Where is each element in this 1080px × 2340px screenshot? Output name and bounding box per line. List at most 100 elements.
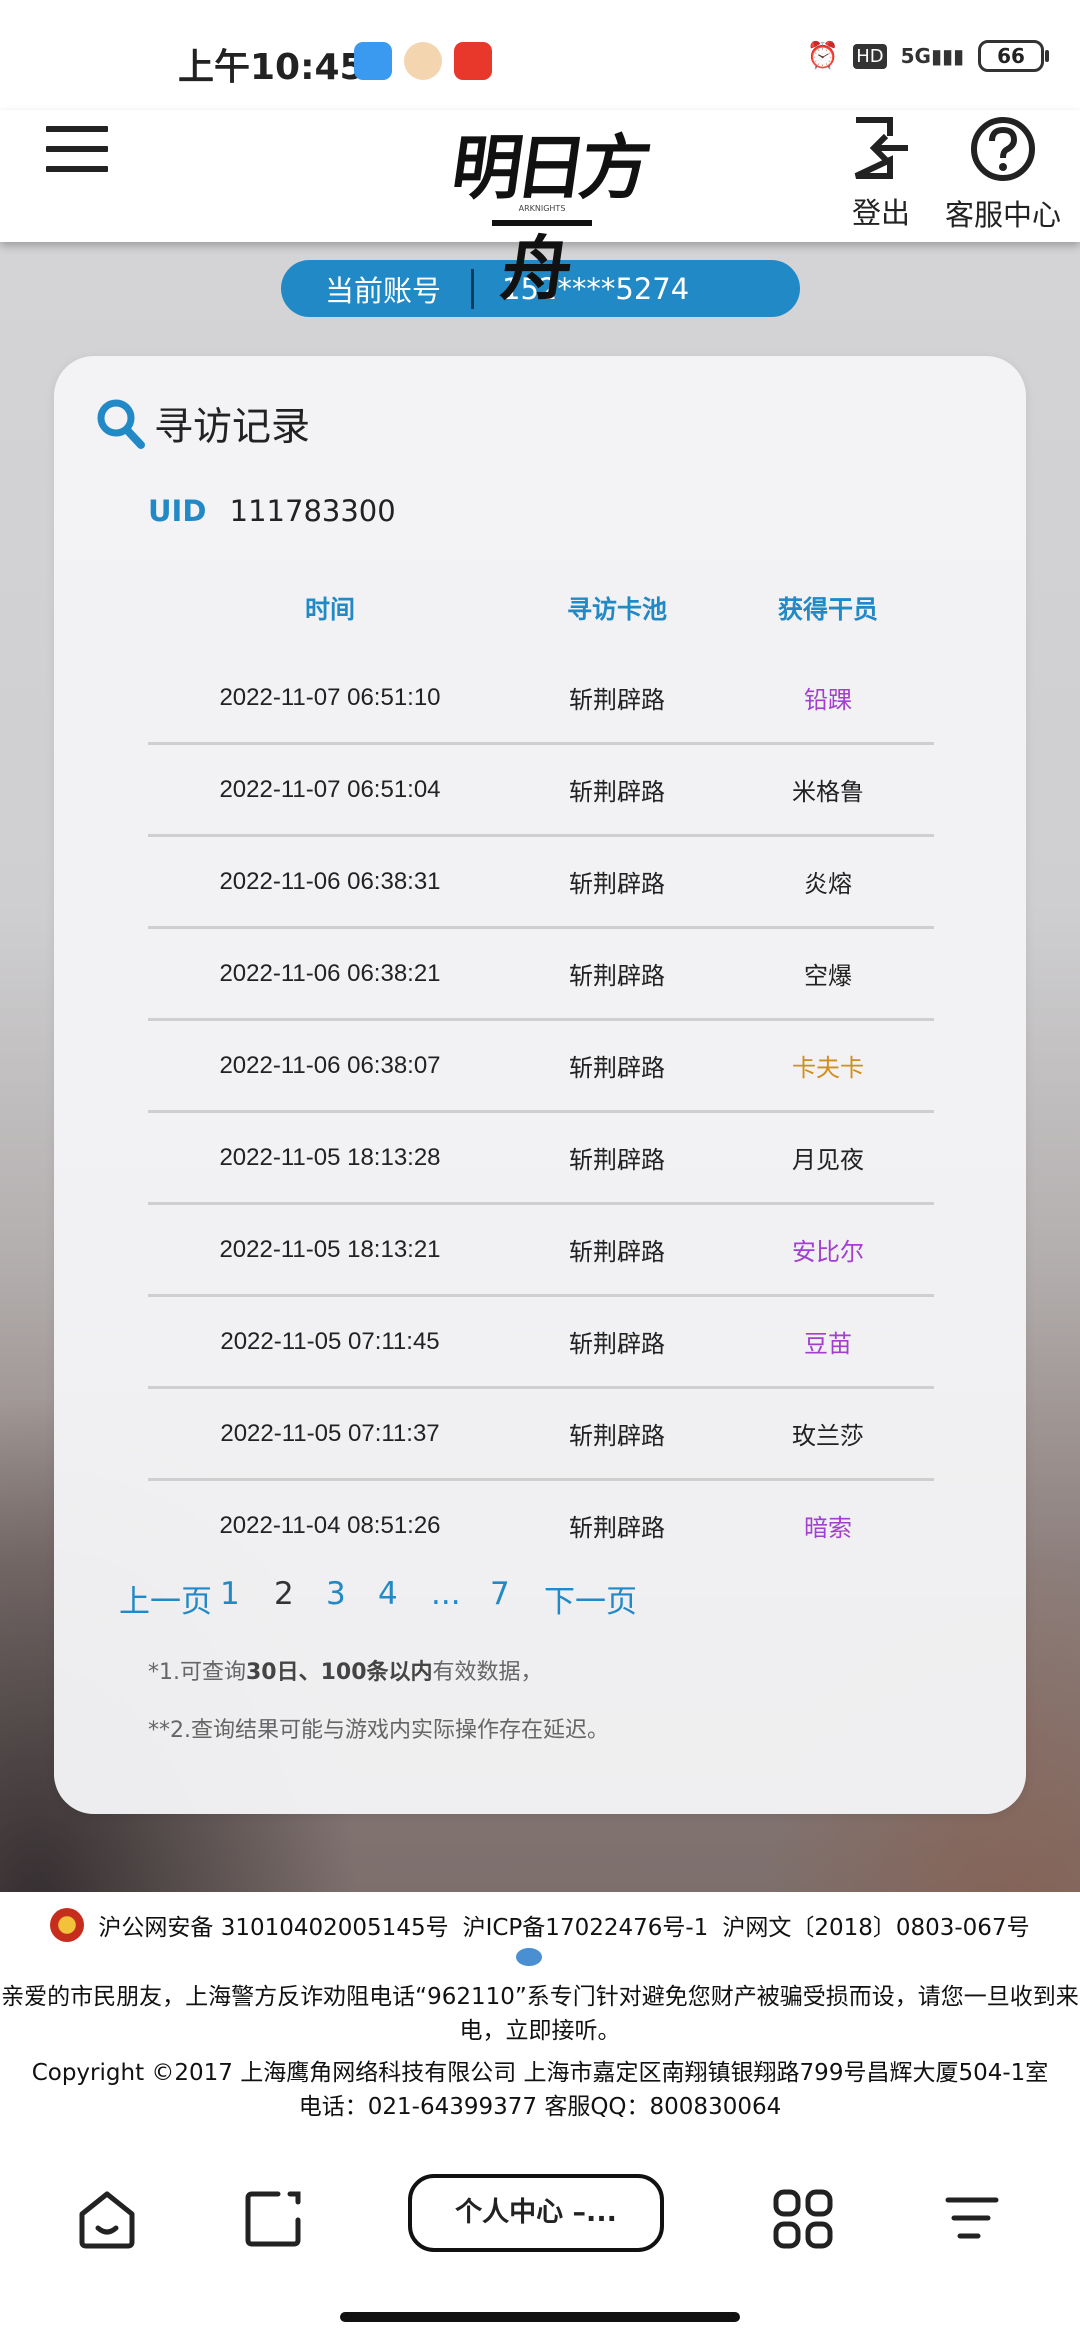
search-icon — [97, 399, 145, 449]
battery-icon: 66 — [978, 40, 1049, 72]
logout-icon — [854, 117, 908, 179]
note-1-suffix: 有效数据， — [432, 1660, 543, 1685]
police-badge-icon — [50, 1908, 85, 1942]
logo-subtitle: ARKNIGHTS — [492, 204, 592, 226]
tabs-icon[interactable] — [240, 2186, 306, 2252]
note-2: **2.查询结果可能与游戏内实际操作存在延迟。 — [148, 1718, 609, 1743]
icp-record-link[interactable]: 沪ICP备17022476号-1 — [463, 1908, 709, 1942]
row-time: 2022-11-05 18:13:28 — [219, 1143, 441, 1171]
row-time: 2022-11-05 07:11:45 — [220, 1327, 440, 1355]
row-time: 2022-11-05 07:11:37 — [220, 1419, 440, 1447]
status-icons: ⏰ HD 5G▮▮▮ 66 — [806, 40, 1049, 72]
status-bar: 上午10:45 ⏰ HD 5G▮▮▮ 66 — [0, 0, 1080, 110]
site-footer: 沪公网安备 31010402005145号 沪ICP备17022476号-1 沪… — [0, 1892, 1080, 2152]
hd-icon: HD — [853, 43, 887, 69]
row-pool: 斩荆辟路 — [569, 1331, 665, 1358]
support-label: 客服中心 — [944, 200, 1061, 232]
anti-fraud-icon — [516, 1948, 542, 1966]
home-icon[interactable] — [74, 2186, 140, 2252]
page-link-4[interactable]: 4 — [378, 1576, 398, 1612]
table-row: 2022-11-05 07:11:45 斩荆辟路 豆苗 — [148, 1297, 934, 1389]
help-icon — [971, 117, 1035, 181]
table-row: 2022-11-06 06:38:21 斩荆辟路 空爆 — [148, 929, 934, 1021]
uid-line: UID 111783300 — [148, 494, 396, 528]
table-row: 2022-11-04 08:51:26 斩荆辟路 暗索 — [148, 1481, 934, 1570]
row-operator: 空爆 — [804, 963, 852, 990]
site-header: 明日方舟 ARKNIGHTS 登出 客服中心 — [0, 110, 1080, 310]
menu-icon[interactable] — [46, 126, 108, 176]
table-header: 时间 寻访卡池 获得干员 — [148, 562, 934, 653]
records-table: 时间 寻访卡池 获得干员 2022-11-07 06:51:10 斩荆辟路 铅踝 20… — [148, 562, 934, 1570]
contact-line: 电话：021-64399377 客服QQ：800830064 — [298, 2094, 782, 2120]
next-page-link[interactable]: 下一页 — [544, 1576, 637, 1621]
row-pool: 斩荆辟路 — [569, 963, 665, 990]
row-pool: 斩荆辟路 — [569, 1515, 665, 1542]
row-pool: 斩荆辟路 — [569, 779, 665, 806]
status-time: 上午10:45 — [178, 47, 365, 88]
row-time: 2022-11-04 08:51:26 — [219, 1511, 441, 1539]
row-pool: 斩荆辟路 — [569, 1147, 665, 1174]
row-operator: 暗索 — [804, 1515, 852, 1542]
row-operator: 炎熔 — [804, 871, 852, 898]
table-body: 2022-11-07 06:51:10 斩荆辟路 铅踝 2022-11-07 06:5… — [148, 653, 934, 1570]
row-operator: 安比尔 — [792, 1239, 864, 1266]
column-operator: 获得干员 — [777, 594, 878, 624]
uid-label: UID — [148, 494, 207, 528]
footer-licenses: 沪公网安备 31010402005145号 沪ICP备17022476号-1 沪… — [0, 1908, 1080, 1942]
pagination: 上一页 1 2 3 4 ... 7 下一页 — [54, 1576, 1026, 1626]
row-time: 2022-11-07 06:51:04 — [219, 775, 441, 803]
row-pool: 斩荆辟路 — [569, 687, 665, 714]
menu-lines-icon[interactable] — [938, 2186, 1004, 2252]
row-operator: 月见夜 — [792, 1147, 864, 1174]
row-pool: 斩荆辟路 — [569, 1239, 665, 1266]
row-time: 2022-11-06 06:38:31 — [219, 867, 441, 895]
anti-fraud-warning: 亲爱的市民朋友，上海警方反诈劝阻电话“962110”系专门针对避免您财产被骗受损… — [1, 1984, 1079, 2044]
note-1: *1.可查询30日、100条以内有效数据， — [148, 1654, 543, 1686]
notification-app-icon — [454, 42, 492, 80]
support-center-button[interactable]: 客服中心 — [936, 116, 1070, 234]
prev-page-link[interactable]: 上一页 — [119, 1576, 212, 1621]
records-card: 寻访记录 UID 111783300 时间 寻访卡池 获得干员 2022-11-… — [54, 356, 1026, 1814]
note-1-prefix: *1.可查询 — [148, 1660, 246, 1685]
page-link-3[interactable]: 3 — [326, 1576, 346, 1612]
culture-license-link[interactable]: 沪网文〔2018〕0803-067号 — [722, 1908, 1029, 1942]
row-operator: 米格鲁 — [792, 779, 864, 806]
note-1-bold: 30日、100条以内 — [246, 1660, 433, 1685]
current-tab-button[interactable]: 个人中心 –... — [408, 2174, 664, 2252]
row-pool: 斩荆辟路 — [569, 1055, 665, 1082]
network-type: 5G — [900, 44, 931, 68]
table-row: 2022-11-07 06:51:10 斩荆辟路 铅踝 — [148, 653, 934, 745]
arknights-logo[interactable]: 明日方舟 ARKNIGHTS — [420, 110, 664, 310]
table-row: 2022-11-06 06:38:07 斩荆辟路 卡夫卡 — [148, 1021, 934, 1113]
row-operator: 玫兰莎 — [792, 1423, 864, 1450]
uid-value: 111783300 — [229, 494, 396, 528]
row-pool: 斩荆辟路 — [569, 871, 665, 898]
copyright-text: Copyright ©2017 上海鹰角网络科技有限公司 上海市嘉定区南翔镇银翔… — [0, 2056, 1080, 2124]
logout-label: 登出 — [851, 198, 910, 230]
browser-bottom-bar: 个人中心 –... — [0, 2152, 1080, 2340]
row-time: 2022-11-06 06:38:07 — [219, 1051, 441, 1079]
alarm-icon: ⏰ — [806, 41, 840, 71]
police-record-link[interactable]: 沪公网安备 31010402005145号 — [98, 1908, 448, 1942]
apps-grid-icon[interactable] — [770, 2186, 836, 2252]
row-time: 2022-11-07 06:51:10 — [219, 683, 441, 711]
row-operator: 豆苗 — [804, 1331, 852, 1358]
table-row: 2022-11-07 06:51:04 斩荆辟路 米格鲁 — [148, 745, 934, 837]
table-row: 2022-11-06 06:38:31 斩荆辟路 炎熔 — [148, 837, 934, 929]
notification-app-icon — [404, 42, 442, 80]
home-indicator[interactable] — [340, 2312, 740, 2322]
row-time: 2022-11-05 18:13:21 — [219, 1235, 441, 1263]
row-pool: 斩荆辟路 — [569, 1423, 665, 1450]
row-time: 2022-11-06 06:38:21 — [219, 959, 441, 987]
page-link-2-current[interactable]: 2 — [274, 1576, 294, 1612]
column-time: 时间 — [304, 594, 355, 624]
signal-icon: 5G▮▮▮ — [900, 44, 964, 68]
copyright-line: Copyright ©2017 上海鹰角网络科技有限公司 上海市嘉定区南翔镇银翔… — [31, 2060, 1049, 2086]
page-link-7[interactable]: 7 — [490, 1576, 510, 1612]
logout-button[interactable]: 登出 — [848, 116, 914, 232]
records-title-text: 寻访记录 — [154, 405, 311, 450]
row-operator: 铅踝 — [804, 687, 852, 714]
page-link-1[interactable]: 1 — [220, 1576, 240, 1612]
table-row: 2022-11-05 07:11:37 斩荆辟路 玫兰莎 — [148, 1389, 934, 1481]
table-row: 2022-11-05 18:13:21 斩荆辟路 安比尔 — [148, 1205, 934, 1297]
